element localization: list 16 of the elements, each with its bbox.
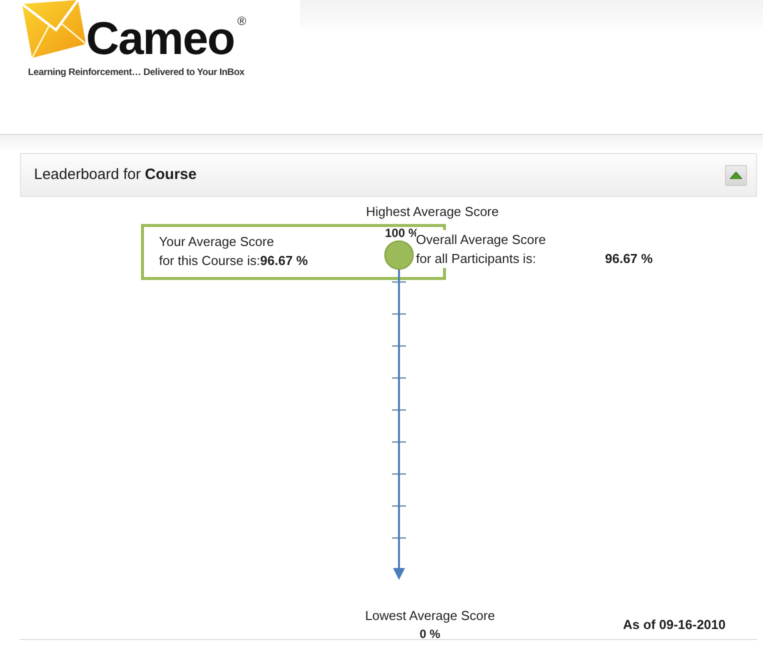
- panel-title: Leaderboard for Course: [34, 164, 197, 185]
- your-score-text: for this Course is:96.67 %: [159, 252, 308, 270]
- overall-score-value: 96.67 %: [605, 250, 653, 268]
- collapse-button[interactable]: [725, 164, 747, 186]
- logo-tagline: Learning Reinforcement… Delivered to Your InBox: [28, 67, 244, 79]
- highest-score-label: Highest Average Score: [366, 203, 499, 221]
- lowest-score-value: 0 %: [420, 626, 440, 640]
- logo-wordmark: Cameo: [86, 15, 234, 61]
- overall-score-caption: for all Participants is:: [416, 249, 536, 268]
- your-score-label: Your Average Score: [159, 233, 274, 251]
- caret-up-icon: [730, 172, 742, 178]
- overall-score-label: Overall Average Score: [416, 230, 546, 249]
- registered-mark: ®: [237, 15, 246, 27]
- as-of-date: As of 09-16-2010: [623, 617, 726, 633]
- envelope-icon: [22, 0, 86, 58]
- lowest-score-label: Lowest Average Score: [365, 607, 495, 625]
